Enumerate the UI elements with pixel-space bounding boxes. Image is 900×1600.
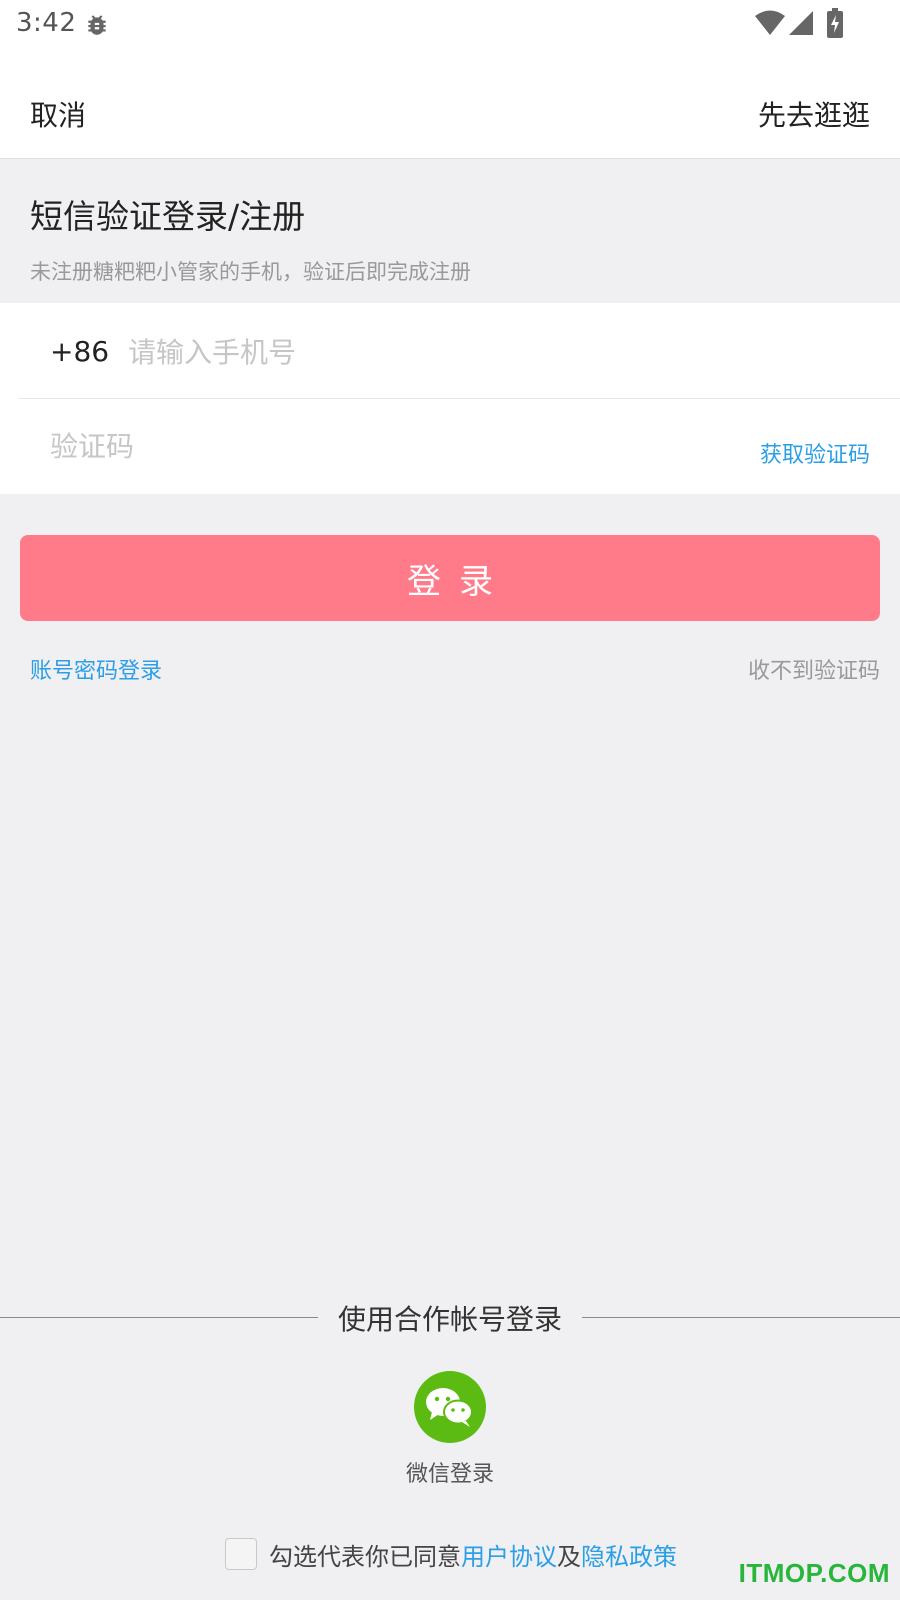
privacy-policy-link[interactable]: 隐私政策 [581, 1537, 677, 1572]
agreement-and-text: 及 [557, 1542, 581, 1571]
status-time: 3:42 [16, 8, 77, 38]
browse-first-button[interactable]: 先去逛逛 [758, 94, 870, 134]
agreement-checkbox[interactable] [225, 1538, 257, 1570]
page-title: 短信验证登录/注册 [30, 197, 306, 236]
form-divider [18, 398, 900, 399]
watermark: ITMOP.COM [738, 1558, 890, 1588]
verification-code-input[interactable] [50, 421, 690, 471]
agreement-row: 勾选代表你已同意 用户协议 及 隐私政策 [225, 1536, 677, 1572]
wifi-icon [755, 10, 785, 35]
password-login-link[interactable]: 账号密码登录 [30, 653, 162, 685]
wechat-login-button[interactable] [414, 1371, 486, 1443]
agreement-text: 勾选代表你已同意 [269, 1542, 461, 1571]
cancel-button[interactable]: 取消 [30, 94, 86, 134]
no-code-link[interactable]: 收不到验证码 [748, 653, 880, 685]
signal-icon [789, 11, 813, 35]
login-form: +86 获取验证码 [0, 303, 900, 494]
battery-charging-icon [827, 8, 843, 38]
country-code[interactable]: +86 [50, 335, 109, 368]
page-subtitle: 未注册糖粑粑小管家的手机，验证后即完成注册 [30, 260, 471, 284]
user-agreement-link[interactable]: 用户协议 [461, 1537, 557, 1572]
get-code-button[interactable]: 获取验证码 [760, 437, 870, 469]
login-button[interactable]: 登录 [20, 535, 880, 621]
partner-login-label: 使用合作帐号登录 [337, 1303, 562, 1336]
wechat-icon [426, 1388, 473, 1427]
wechat-login-label: 微信登录 [405, 1462, 494, 1487]
phone-input[interactable] [128, 327, 868, 377]
bug-icon [88, 15, 106, 35]
top-nav: 取消 先去逛逛 [0, 50, 900, 159]
